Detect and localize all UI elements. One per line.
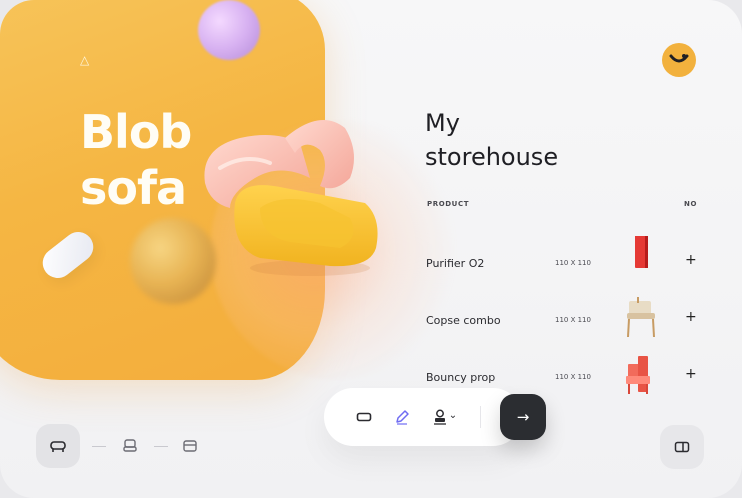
- hero-title-line2: sofa: [80, 161, 187, 215]
- page-title-line1: My: [425, 109, 460, 137]
- pen-icon: [396, 410, 409, 425]
- hero-title: Blob sofa: [80, 104, 192, 216]
- nav-sofa-button[interactable]: [36, 424, 80, 468]
- red-chair-icon: [626, 356, 650, 394]
- brand-logo-icon[interactable]: △: [80, 53, 89, 67]
- product-name: Copse combo: [426, 314, 501, 327]
- page-title: My storehouse: [425, 106, 625, 174]
- stamp-icon: [433, 409, 446, 425]
- wooden-chair-icon: [627, 297, 655, 338]
- toolbar-divider: [480, 406, 481, 428]
- red-purifier-icon: [635, 236, 648, 268]
- chevron-down-icon: ⌄: [448, 409, 458, 421]
- sofa-icon: [50, 441, 66, 452]
- bottom-toolbar: ⌄: [324, 388, 522, 446]
- smile-icon: [669, 54, 689, 63]
- chair-icon: [123, 439, 137, 452]
- product-row[interactable]: Copse combo 110 X 110 +: [410, 293, 710, 349]
- product-size: 110 X 110: [555, 316, 591, 324]
- pen-tool-button[interactable]: [392, 407, 412, 427]
- blob-sofa-illustration: [204, 120, 378, 276]
- nav-chair-button[interactable]: [108, 424, 152, 468]
- product-size: 110 X 110: [555, 259, 591, 267]
- column-header-product: PRODUCT: [427, 200, 470, 208]
- product-size: 110 X 110: [555, 373, 591, 381]
- hero-title-line1: Blob: [80, 105, 192, 159]
- panel-toggle-button[interactable]: [660, 425, 704, 469]
- product-name: Bouncy prop: [426, 371, 496, 384]
- app-window: △ Blob sofa My storehouse PRODUCT NO Pur…: [0, 0, 742, 498]
- add-product-button[interactable]: +: [685, 309, 697, 325]
- frame-tool-button[interactable]: [354, 407, 374, 427]
- product-name: Purifier O2: [426, 257, 485, 270]
- arrow-right-icon: →: [516, 408, 530, 426]
- rectangle-icon: [356, 412, 372, 422]
- add-product-button[interactable]: +: [685, 366, 697, 382]
- add-product-button[interactable]: +: [685, 252, 697, 268]
- next-arrow-button[interactable]: →: [500, 394, 546, 440]
- nav-cabinet-button[interactable]: [168, 424, 212, 468]
- nav-separator: [92, 446, 106, 447]
- panel-icon: [674, 441, 690, 453]
- user-avatar[interactable]: [662, 43, 696, 77]
- product-row[interactable]: Purifier O2 110 X 110 +: [410, 236, 710, 292]
- page-title-line2: storehouse: [425, 143, 559, 171]
- column-header-no: NO: [684, 200, 698, 208]
- pink-orb-decoration: [198, 0, 260, 60]
- stamp-dropdown[interactable]: ⌄: [428, 407, 462, 427]
- cabinet-icon: [183, 440, 197, 452]
- nav-separator: [154, 446, 168, 447]
